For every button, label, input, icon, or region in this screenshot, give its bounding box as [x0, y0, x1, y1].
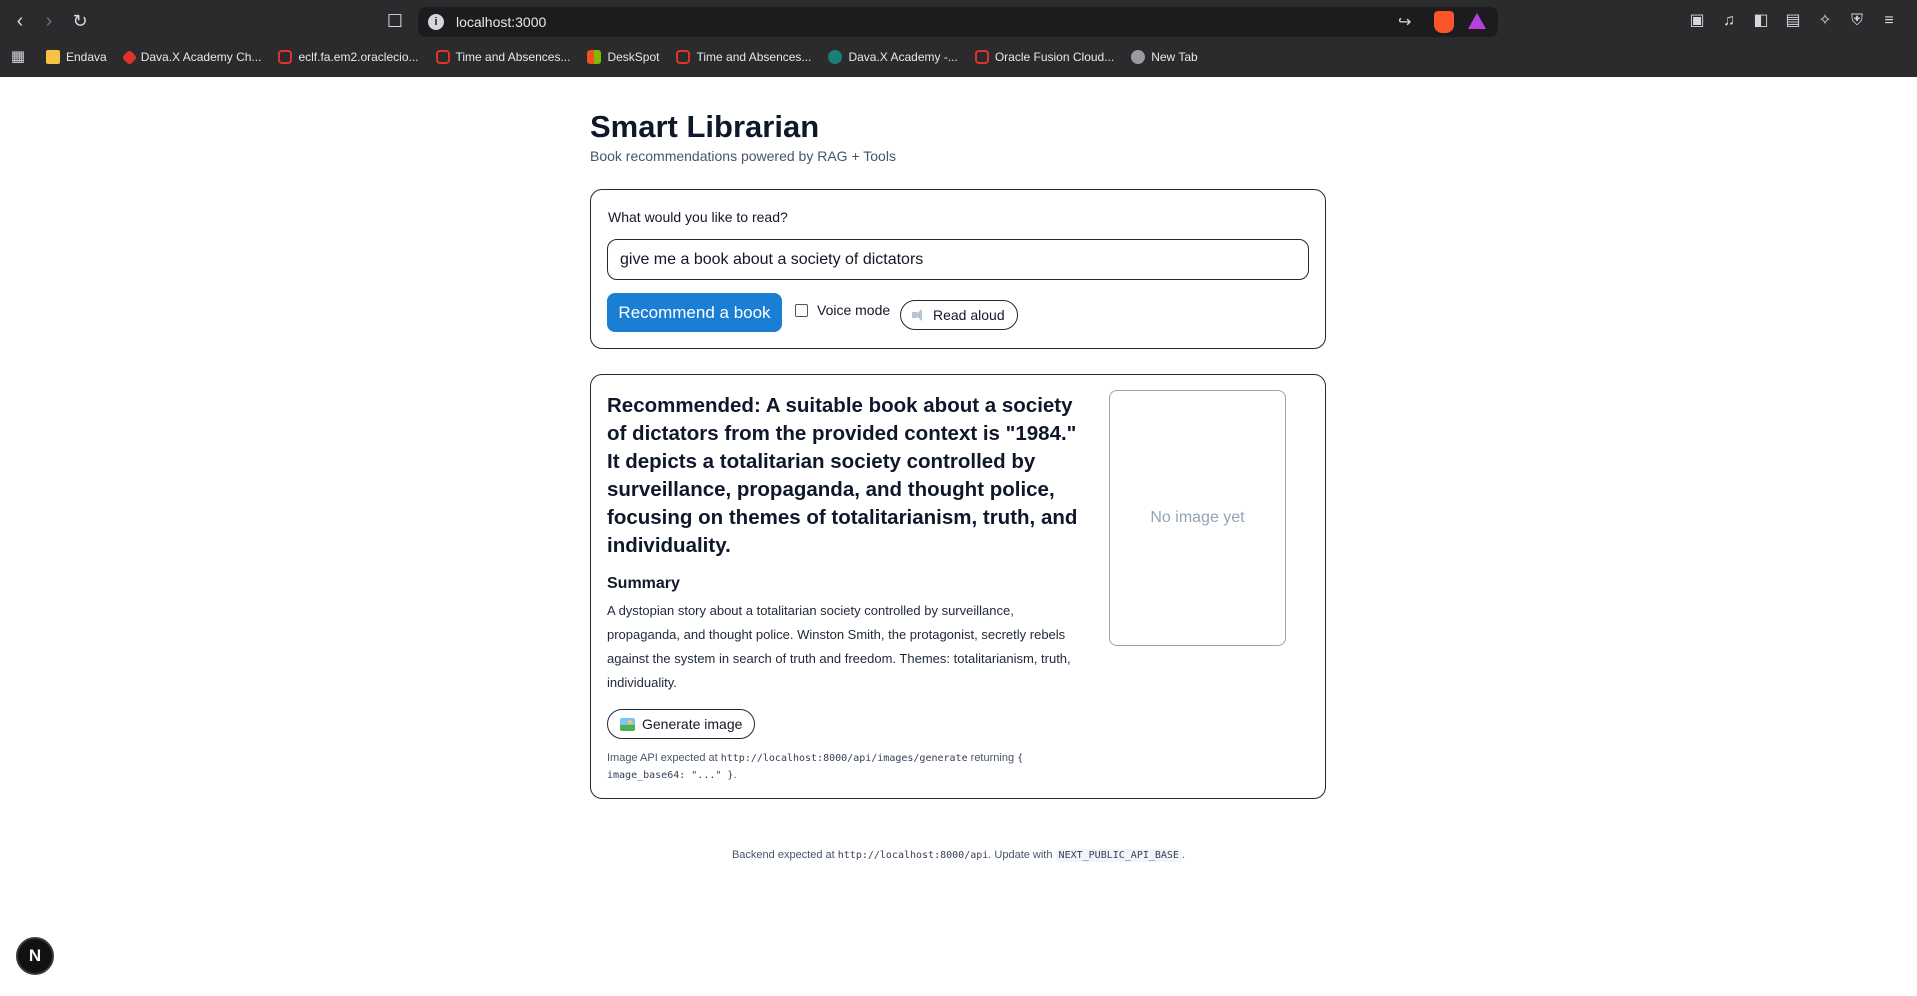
bookmark-label: Dava.X Academy -... — [848, 50, 958, 64]
oracle-icon — [676, 50, 691, 64]
oracle-icon — [278, 50, 293, 64]
microsoft-icon — [587, 50, 602, 64]
vpn-shield-icon[interactable]: ⛨ — [1847, 10, 1867, 32]
picture-icon — [620, 717, 635, 731]
brave-rewards-icon[interactable] — [1468, 13, 1486, 29]
media-icon[interactable]: ♫ — [1719, 10, 1739, 32]
oracle-icon — [435, 50, 450, 64]
browser-actions: ▣ ♫ ◧ ▤ ✧ ⛨ ≡ — [1687, 10, 1899, 32]
folder-icon — [46, 50, 60, 64]
generate-image-button[interactable]: Generate image — [607, 709, 756, 739]
page-title: Smart Librarian — [590, 109, 820, 144]
bookmark-label: Endava — [66, 50, 107, 64]
nextjs-dev-badge[interactable]: N — [16, 937, 54, 975]
brave-shields-icon[interactable] — [1434, 11, 1454, 33]
voice-mode-label[interactable]: Voice mode — [817, 302, 890, 318]
address-url[interactable]: localhost:3000 — [456, 14, 546, 30]
site-info-icon[interactable]: i — [428, 14, 444, 30]
bookmark-time-absences-2[interactable]: Time and Absences... — [676, 50, 811, 64]
bookmark-davax-academy[interactable]: Dava.X Academy -... — [828, 50, 958, 64]
image-placeholder: No image yet — [1109, 390, 1286, 646]
page-content: Smart Librarian Book recommendations pow… — [0, 77, 1917, 996]
apps-grid-icon[interactable]: ▦ — [8, 47, 28, 67]
bookmarks-bar: ▦ Endava Dava.X Academy Ch... eclf.fa.em… — [0, 43, 1917, 71]
address-bar[interactable]: i localhost:3000 ↪ — [418, 7, 1498, 37]
image-placeholder-text: No image yet — [1150, 509, 1245, 526]
speaker-icon — [911, 308, 927, 322]
bookmark-oracle-fusion[interactable]: Oracle Fusion Cloud... — [974, 50, 1115, 64]
footer-prefix: Backend expected at — [731, 849, 838, 861]
footer-mid: . Update with — [988, 849, 1056, 861]
browser-toolbar: ‹ › ↻ ☐ i localhost:3000 ↪ ▣ ♫ ◧ ▤ ✧ ⛨ ≡ — [0, 0, 1917, 43]
image-api-note: Image API expected at http://localhost:8… — [607, 750, 1077, 784]
result-card: Recommended: A suitable book about a soc… — [590, 374, 1326, 799]
query-label: What would you like to read? — [608, 209, 788, 225]
summary-text: A dystopian story about a totalitarian s… — [607, 603, 1071, 690]
recommendation-heading: Recommended: A suitable book about a soc… — [607, 394, 1078, 557]
bookmark-label: DeskSpot — [607, 50, 660, 64]
sidebar-icon[interactable]: ◧ — [1751, 10, 1771, 32]
api-note-mid: returning — [967, 752, 1018, 764]
dava-icon — [121, 49, 137, 65]
bookmark-label: Time and Absences... — [696, 50, 812, 64]
menu-icon[interactable]: ≡ — [1879, 10, 1899, 32]
api-note-suffix: . — [733, 769, 737, 781]
bookmark-label: New Tab — [1151, 50, 1198, 64]
footer-note: Backend expected at http://localhost:800… — [0, 849, 1917, 862]
forward-icon[interactable]: › — [37, 9, 61, 33]
bookmark-label: eclf.fa.em2.oraclecio... — [298, 50, 419, 64]
footer-env-var: NEXT_PUBLIC_API_BASE — [1055, 849, 1182, 862]
api-note-prefix: Image API expected at — [607, 752, 721, 764]
reader-icon[interactable]: ▣ — [1687, 10, 1707, 32]
leo-ai-icon[interactable]: ✧ — [1815, 10, 1835, 32]
query-card: What would you like to read? Recommend a… — [590, 189, 1326, 349]
page-subtitle: Book recommendations powered by RAG + To… — [590, 148, 896, 164]
footer-suffix: . — [1181, 849, 1186, 861]
share-icon[interactable]: ↪ — [1398, 12, 1411, 32]
reload-icon[interactable]: ↻ — [68, 9, 92, 33]
bookmark-label: Oracle Fusion Cloud... — [994, 50, 1115, 64]
bookmark-new-tab[interactable]: New Tab — [1131, 50, 1198, 64]
query-input[interactable] — [607, 239, 1309, 280]
read-aloud-label: Read aloud — [933, 307, 1005, 323]
bookmark-label: Dava.X Academy Ch... — [140, 50, 262, 64]
bookmark-icon[interactable]: ☐ — [384, 10, 406, 32]
wallet-icon[interactable]: ▤ — [1783, 10, 1803, 32]
summary-heading: Summary — [607, 575, 680, 592]
api-note-url: http://localhost:8000/api/images/generat… — [720, 753, 968, 764]
browser-chrome: ‹ › ↻ ☐ i localhost:3000 ↪ ▣ ♫ ◧ ▤ ✧ ⛨ ≡… — [0, 0, 1917, 77]
voice-mode-toggle[interactable]: Voice mode — [795, 302, 890, 318]
oracle-icon — [974, 50, 989, 64]
generate-image-label: Generate image — [642, 716, 743, 732]
footer-url: http://localhost:8000/api — [837, 850, 989, 861]
bookmark-endava[interactable]: Endava — [46, 50, 107, 64]
recommend-button[interactable]: Recommend a book — [607, 293, 782, 332]
globe-icon — [1131, 50, 1146, 64]
bookmark-label: Time and Absences... — [455, 50, 571, 64]
bookmark-deskspot[interactable]: DeskSpot — [587, 50, 659, 64]
back-icon[interactable]: ‹ — [8, 9, 32, 33]
sharepoint-icon — [828, 50, 843, 64]
bookmark-eclf[interactable]: eclf.fa.em2.oraclecio... — [278, 50, 419, 64]
bookmark-time-absences-1[interactable]: Time and Absences... — [435, 50, 571, 64]
read-aloud-button[interactable]: Read aloud — [900, 300, 1018, 330]
bookmark-davax-academy-ch[interactable]: Dava.X Academy Ch... — [121, 49, 262, 65]
voice-mode-checkbox[interactable] — [795, 303, 808, 317]
